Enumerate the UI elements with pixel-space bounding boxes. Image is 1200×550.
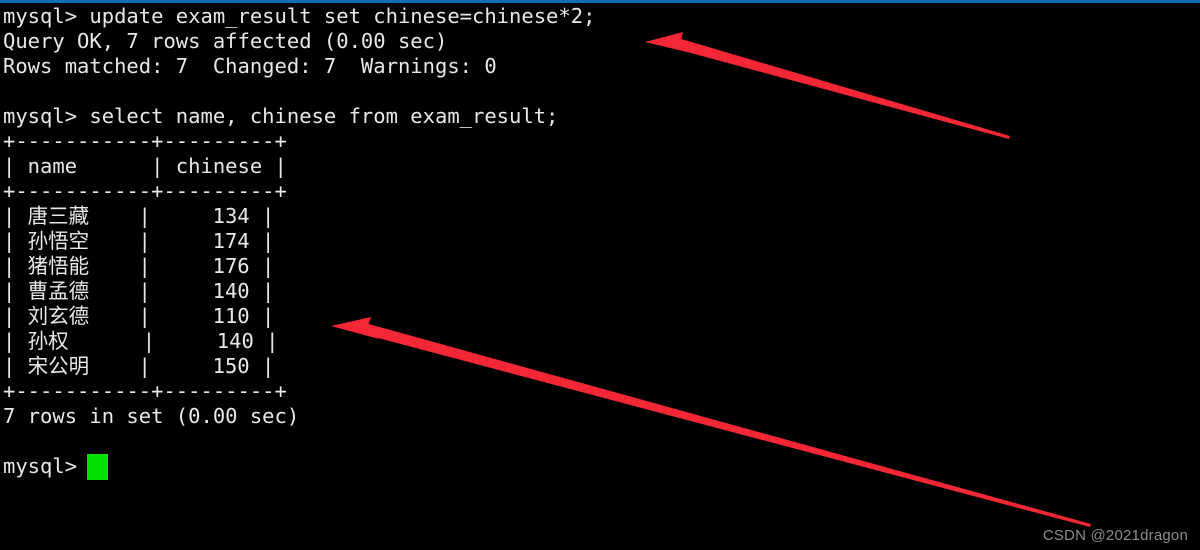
table-row: | 孙悟空 | 174 |: [3, 229, 275, 253]
terminal-output[interactable]: mysql> update exam_result set chinese=ch…: [3, 4, 1197, 480]
table-row: | 曹孟德 | 140 |: [3, 279, 275, 303]
table-row: | 唐三藏 | 134 |: [3, 204, 275, 228]
table-row: | 宋公明 | 150 |: [3, 354, 275, 378]
terminal-line-cmd-update: mysql> update exam_result set chinese=ch…: [3, 4, 596, 28]
watermark: CSDN @2021dragon: [1042, 527, 1188, 544]
terminal-screen: mysql> update exam_result set chinese=ch…: [0, 0, 1200, 550]
table-row: | 猪悟能 | 176 |: [3, 254, 275, 278]
prompt-label: mysql>: [3, 454, 78, 478]
table-header-row: | name | chinese |: [3, 154, 287, 178]
table-bottom-border: +-----------+---------+: [3, 379, 287, 403]
table-row: | 孙权 | 140 |: [3, 329, 279, 353]
terminal-line-blank-2: [3, 429, 1197, 454]
table-row: | 刘玄德 | 110 |: [3, 304, 275, 328]
terminal-line-update-result: Query OK, 7 rows affected (0.00 sec): [3, 29, 448, 53]
terminal-line-rowcount: 7 rows in set (0.00 sec): [3, 404, 300, 428]
terminal-line-update-stats: Rows matched: 7 Changed: 7 Warnings: 0: [3, 54, 497, 78]
terminal-prompt[interactable]: mysql>: [3, 453, 1197, 480]
window-accent-strip: [0, 0, 1200, 3]
block-cursor-icon: [87, 453, 109, 480]
table-header-border: +-----------+---------+: [3, 179, 287, 203]
terminal-line-cmd-select: mysql> select name, chinese from exam_re…: [3, 104, 559, 128]
table-top-border: +-----------+---------+: [3, 129, 287, 153]
terminal-line-blank-1: [3, 79, 1197, 104]
